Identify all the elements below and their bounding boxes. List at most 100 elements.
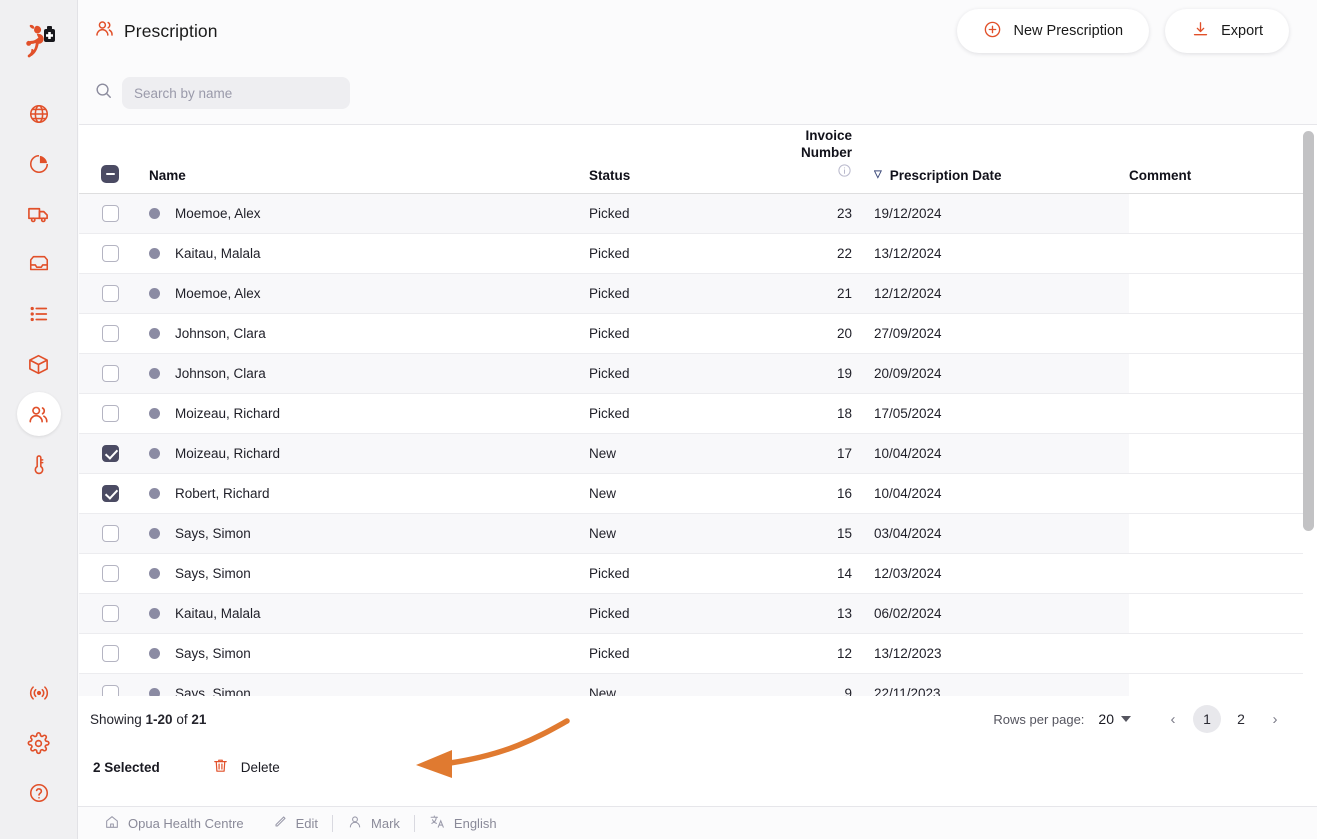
showing-middle: of [173,712,192,727]
cell-invoice-number: 14 [764,553,874,593]
trash-icon [212,757,229,777]
sidebar-item-globe[interactable] [17,92,61,136]
sidebar-item-patients[interactable] [17,392,61,436]
column-header-prescription-date[interactable]: ▽ Prescription Date [874,125,1129,193]
row-select-cell [79,393,141,433]
sidebar-nav-bottom [17,671,61,839]
rows-per-page-label: Rows per page: [993,712,1084,727]
info-icon[interactable] [837,163,852,182]
sidebar-item-settings[interactable] [17,721,61,765]
table-vertical-scrollbar[interactable] [1303,131,1314,692]
table-row[interactable]: Robert, RichardNew1610/04/2024 [79,473,1303,513]
column-header-invoice-number[interactable]: Invoice Number [764,125,874,193]
cell-status: New [589,513,764,553]
search-icon[interactable] [94,81,113,105]
column-header-invoice-line1: Invoice [805,127,852,144]
broadcast-icon [28,682,50,704]
cell-comment [1129,553,1303,593]
new-prescription-label: New Prescription [1013,23,1123,39]
table-row[interactable]: Says, SimonNew1503/04/2024 [79,513,1303,553]
status-dot-icon [149,368,160,379]
table-row[interactable]: Says, SimonNew922/11/2023 [79,673,1303,696]
column-header-name-label: Name [149,168,186,183]
row-checkbox[interactable] [102,405,119,422]
cell-name: Kaitau, Malala [141,593,589,633]
prescription-table: Name Status Invoice Number [79,125,1303,696]
table-row[interactable]: Says, SimonPicked1412/03/2024 [79,553,1303,593]
cell-name: Kaitau, Malala [141,233,589,273]
row-checkbox[interactable] [102,365,119,382]
table-row[interactable]: Says, SimonPicked1213/12/2023 [79,633,1303,673]
pencil-icon [272,814,288,833]
sidebar-item-inbound[interactable] [17,242,61,286]
sort-descending-icon[interactable]: ▽ [874,170,882,180]
chevron-left-icon[interactable]: ‹ [1159,705,1187,733]
select-all-checkbox[interactable] [101,165,119,183]
table-body: Moemoe, AlexPicked2319/12/2024Kaitau, Ma… [79,193,1303,696]
status-dot-icon [149,448,160,459]
cell-name-label: Kaitau, Malala [175,606,261,621]
sidebar-item-catalogue[interactable] [17,292,61,336]
table-row[interactable]: Kaitau, MalalaPicked1306/02/2024 [79,593,1303,633]
row-checkbox[interactable] [102,485,119,502]
status-edit-label: Edit [296,816,318,831]
cell-status: New [589,433,764,473]
gear-icon [27,732,50,755]
main-content: Prescription New Prescription [78,0,1317,839]
cell-name: Moizeau, Richard [141,433,589,473]
row-checkbox[interactable] [102,285,119,302]
sidebar-item-coldchain[interactable] [17,442,61,486]
rows-per-page-select[interactable]: 20 [1098,711,1131,727]
msupply-runner-logo[interactable] [16,18,62,64]
row-checkbox[interactable] [102,325,119,342]
table-row[interactable]: Moemoe, AlexPicked2319/12/2024 [79,193,1303,233]
page-button-2[interactable]: 2 [1227,705,1255,733]
status-user[interactable]: Mark [333,814,414,833]
showing-prefix: Showing [90,712,146,727]
page-button-1[interactable]: 1 [1193,705,1221,733]
delete-button[interactable]: Delete [212,757,280,777]
table-row[interactable]: Moizeau, RichardNew1710/04/2024 [79,433,1303,473]
column-header-status[interactable]: Status [589,125,764,193]
row-checkbox[interactable] [102,685,119,697]
search-input[interactable] [122,77,350,109]
new-prescription-button[interactable]: New Prescription [957,9,1149,53]
cell-name: Johnson, Clara [141,313,589,353]
row-checkbox[interactable] [102,525,119,542]
cell-name-label: Says, Simon [175,566,251,581]
column-header-name[interactable]: Name [141,125,589,193]
row-checkbox[interactable] [102,445,119,462]
export-button[interactable]: Export [1165,9,1289,53]
cell-name-label: Moemoe, Alex [175,206,261,221]
cell-status: New [589,473,764,513]
row-checkbox[interactable] [102,645,119,662]
chevron-right-icon[interactable]: › [1261,705,1289,733]
table-row[interactable]: Kaitau, MalalaPicked2213/12/2024 [79,233,1303,273]
row-checkbox[interactable] [102,565,119,582]
sidebar-item-help[interactable] [17,771,61,815]
column-header-comment[interactable]: Comment [1129,125,1303,193]
cell-prescription-date: 10/04/2024 [874,433,1129,473]
thermometer-icon [28,453,50,475]
sidebar-item-sync[interactable] [17,671,61,715]
cell-name-label: Says, Simon [175,646,251,661]
status-language[interactable]: English [415,813,511,833]
status-edit[interactable]: Edit [258,814,332,833]
row-checkbox[interactable] [102,605,119,622]
sidebar-item-dashboard[interactable] [17,142,61,186]
row-checkbox[interactable] [102,205,119,222]
status-store[interactable]: Opua Health Centre [90,814,258,833]
table-row[interactable]: Moemoe, AlexPicked2112/12/2024 [79,273,1303,313]
globe-icon [28,103,50,125]
table-row[interactable]: Moizeau, RichardPicked1817/05/2024 [79,393,1303,433]
sidebar-item-stock[interactable] [17,342,61,386]
row-select-cell [79,273,141,313]
table-row[interactable]: Johnson, ClaraPicked1920/09/2024 [79,353,1303,393]
help-icon [28,782,50,804]
scrollbar-thumb[interactable] [1303,131,1314,531]
row-checkbox[interactable] [102,245,119,262]
table-row[interactable]: Johnson, ClaraPicked2027/09/2024 [79,313,1303,353]
sidebar-nav-top [17,92,61,492]
showing-total: 21 [191,712,206,727]
sidebar-item-distribution[interactable] [17,192,61,236]
